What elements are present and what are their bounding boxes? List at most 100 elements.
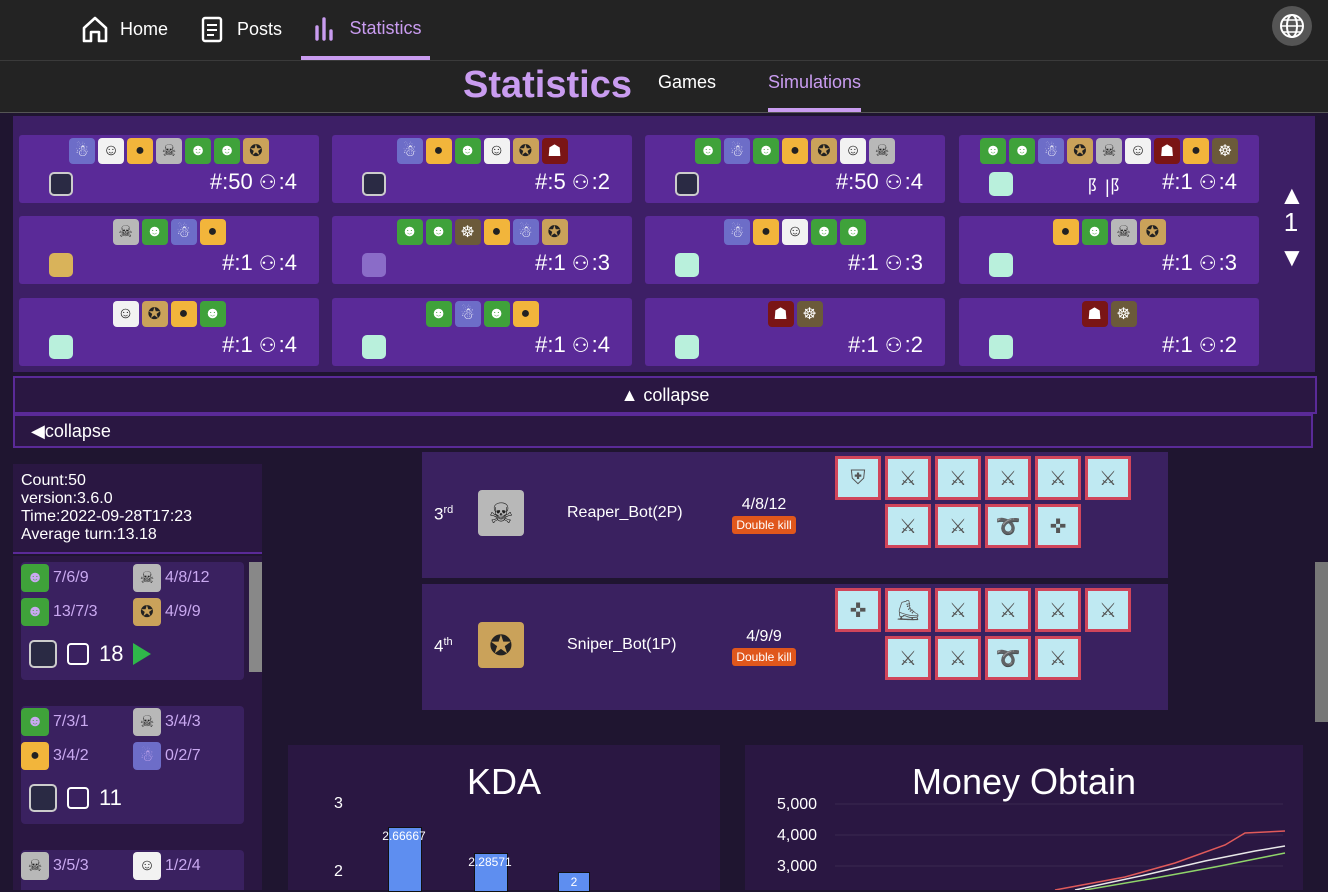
player-kda: ☺ 1/2/4 [133, 852, 201, 880]
simulation-card[interactable]: ☻ ☻ ☸ ● ☃ ✪ #:1 ⚇:3 [332, 216, 632, 284]
simulation-count: #:1 [222, 332, 253, 357]
game-meta: 11 [29, 784, 122, 812]
kda-text: 7/3/1 [53, 713, 89, 730]
yellow-character-icon: ● [1052, 219, 1079, 245]
mint-item-icon [989, 335, 1013, 359]
white-character-icon: ☺ [112, 301, 139, 327]
game-card[interactable]: ☻ 7/6/9 ☠ 4/8/12 ☻ 13/7/3 ✪ 4/9/9 18 [21, 562, 244, 680]
tab-games[interactable]: Games [658, 72, 716, 108]
simulation-card[interactable]: ☺ ✪ ● ☻ #:1 ⚇:4 [19, 298, 319, 366]
page-scrollbar[interactable] [1315, 562, 1328, 722]
item-icon: ⚔ [885, 504, 931, 548]
player-count: :4 [278, 169, 297, 194]
player-count: :4 [904, 169, 923, 194]
player-count: :2 [1218, 332, 1237, 357]
kda-bar-label: 2.28571 [468, 854, 512, 869]
green-character-icon: ☻ [185, 138, 211, 164]
players-icon: ⚇ [258, 335, 277, 357]
nav-statistics[interactable]: Statistics [301, 0, 430, 60]
clock-item-icon [675, 172, 699, 196]
item-icon: ⚔ [935, 636, 981, 680]
collapse-top-label: ▲ collapse [620, 384, 710, 405]
summary-count: Count:50 [21, 472, 86, 489]
simulation-card[interactable]: ☻ ☻ ☃ ✪ ☠ ☺ ☗ ● ☸ 阝|阝 #:1 ⚇:4 [959, 135, 1259, 203]
green-character-icon: ☻ [214, 138, 240, 164]
simulation-stats: #:50 ⚇:4 [210, 169, 297, 195]
grey-character-icon: ☠ [156, 138, 182, 164]
tan-character-icon: ✪ [811, 138, 837, 164]
green-character-icon: ☻ [21, 564, 49, 592]
game-card[interactable]: ☻ 7/3/1 ☠ 3/4/3 ● 3/4/2 ☃ 0/2/7 11 [21, 706, 244, 824]
players-icon: ⚇ [884, 253, 903, 275]
mint-item-icon [49, 335, 73, 359]
game-list[interactable]: ☻ 7/6/9 ☠ 4/8/12 ☻ 13/7/3 ✪ 4/9/9 18 ☻ 7/3/1 ☠ 3/4/3… [13, 556, 262, 890]
document-icon [201, 16, 223, 43]
double-kill-badge: Double kill [732, 648, 796, 666]
item-icon: ⚔ [1085, 456, 1131, 500]
kda-chart: KDA 3 2 2.66667 2.28571 2 [288, 745, 720, 892]
nav-posts[interactable]: Posts [197, 0, 282, 58]
white-character-icon: ☺ [133, 852, 161, 880]
item-icon: ⚔ [935, 456, 981, 500]
character-list: ☻ ☃ ☻ ● [332, 301, 632, 327]
simulation-card[interactable]: ☠ ☻ ☃ ● #:1 ⚇:4 [19, 216, 319, 284]
purple-character-icon: ☃ [170, 219, 197, 245]
item-icon: ⚔ [1035, 636, 1081, 680]
character-list: ☃ ● ☻ ☺ ✪ ☗ [332, 138, 632, 164]
simulation-card[interactable]: ☃ ● ☺ ☻ ☻ #:1 ⚇:3 [645, 216, 945, 284]
simulation-card[interactable]: ☃ ● ☻ ☺ ✪ ☗ #:5 ⚇:2 [332, 135, 632, 203]
character-list: ☻ ☻ ☃ ✪ ☠ ☺ ☗ ● ☸ [959, 138, 1259, 164]
kda-chart-title: KDA [466, 761, 542, 802]
simulation-stats: #:1 ⚇:2 [848, 332, 923, 358]
item-icon: ⚔ [935, 588, 981, 632]
simulation-stats: #:1 ⚇:3 [535, 250, 610, 276]
player-kda: ● 3/4/2 [21, 742, 89, 770]
simulation-card[interactable]: ☻ ☃ ☻ ● #:1 ⚇:4 [332, 298, 632, 366]
grey-character-icon: ☠ [133, 708, 161, 736]
nav-home[interactable]: Home [80, 0, 168, 58]
page-down-button[interactable]: ▼ [1279, 242, 1305, 273]
simulation-card[interactable]: ☻ ☃ ☻ ● ✪ ☺ ☠ #:50 ⚇:4 [645, 135, 945, 203]
game-list-scrollbar[interactable] [249, 562, 262, 672]
green-character-icon: ☻ [199, 301, 226, 327]
green-character-icon: ☻ [396, 219, 423, 245]
collapse-left-label: ◀collapse [31, 420, 111, 441]
collapse-top-button[interactable]: ▲ collapse [13, 376, 1317, 414]
item-icon: ➰ [985, 636, 1031, 680]
red-character-icon: ☗ [767, 301, 794, 327]
tab-simulations[interactable]: Simulations [768, 72, 862, 112]
green-character-icon: ☻ [425, 301, 452, 327]
simulation-card[interactable]: ☗ ☸ #:1 ⚇:2 [645, 298, 945, 366]
item-icon: ⚔ [935, 504, 981, 548]
player-count: :4 [591, 332, 610, 357]
simulation-card[interactable]: ☃ ☺ ● ☠ ☻ ☻ ✪ #:50 ⚇:4 [19, 135, 319, 203]
yellow-character-icon: ● [127, 138, 153, 164]
simulation-card[interactable]: ● ☻ ☠ ✪ #:1 ⚇:3 [959, 216, 1259, 284]
mirror-icon: 阝|阝 [1087, 177, 1128, 197]
player-count: :4 [278, 332, 297, 357]
rank-suffix: rd [443, 504, 454, 516]
simulation-card[interactable]: ☗ ☸ #:1 ⚇:2 [959, 298, 1259, 366]
game-card[interactable]: ☠ 3/5/3 ☺ 1/2/4 [21, 850, 244, 890]
item-icon: ⛨ [835, 456, 881, 500]
white-character-icon: ☺ [483, 138, 510, 164]
kda-text: 3/5/3 [53, 857, 89, 874]
turn-count: 11 [99, 785, 122, 810]
language-button[interactable] [1272, 6, 1312, 46]
collapse-left-button[interactable]: ◀collapse [13, 414, 1313, 448]
dice-icon [67, 643, 89, 665]
purple-character-icon: ☃ [69, 138, 95, 164]
summary-version: version:3.6.0 [21, 490, 113, 507]
simulation-stats: #:1 ⚇:4 [535, 332, 610, 358]
simulation-summary: Count:50 version:3.6.0 Time:2022-09-28T1… [13, 464, 262, 554]
simulation-count: #:1 [535, 250, 566, 275]
play-icon[interactable] [133, 643, 152, 665]
player-count: :2 [904, 332, 923, 357]
clock-item-icon [29, 784, 57, 812]
purple-character-icon: ☃ [396, 138, 423, 164]
character-list: ☃ ● ☺ ☻ ☻ [645, 219, 945, 245]
money-lines [835, 803, 1286, 890]
item-icon: ⛸ [885, 588, 931, 632]
yellow-character-icon: ● [512, 301, 539, 327]
double-kill-badge: Double kill [732, 516, 796, 534]
